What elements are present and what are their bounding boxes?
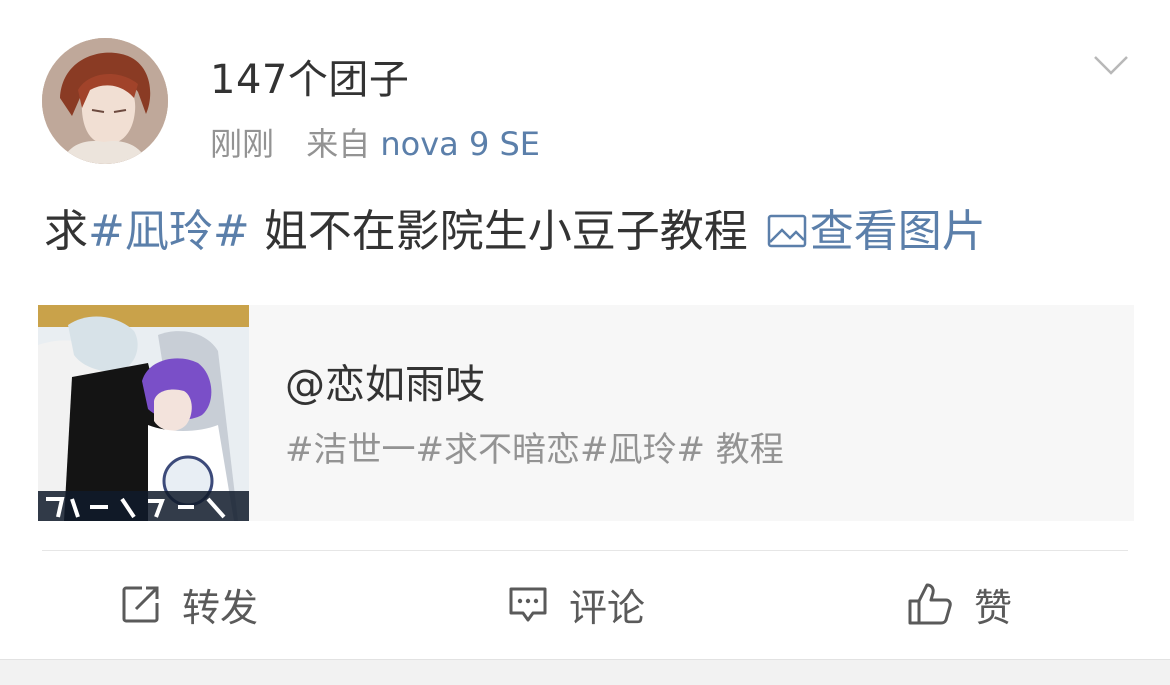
source-prefix: 来自 <box>306 125 371 163</box>
post-meta: 刚刚 来自 nova 9 SE <box>210 124 540 164</box>
view-image-link[interactable]: 查看图片 <box>766 206 986 257</box>
repost-card[interactable]: @恋如雨吱 #洁世一#求不暗恋#凪玲# 教程 <box>38 305 1134 521</box>
repost-icon <box>122 586 159 623</box>
chevron-down-icon[interactable] <box>1092 52 1130 80</box>
repost-label: 转发 <box>182 585 259 630</box>
card-description: #洁世一#求不暗恋#凪玲# 教程 <box>285 430 784 470</box>
card-author[interactable]: @恋如雨吱 <box>285 361 485 409</box>
comment-button[interactable]: 评论 <box>507 578 645 630</box>
post-time: 刚刚 <box>210 125 275 163</box>
like-button[interactable]: 赞 <box>906 578 1012 630</box>
image-icon <box>767 214 806 248</box>
content-text: 姐不在影院生小豆子教程 <box>249 206 762 257</box>
divider <box>42 550 1128 551</box>
topic-link[interactable]: #凪玲# <box>88 206 250 257</box>
card-thumbnail <box>38 305 249 521</box>
username[interactable]: 147个团子 <box>210 56 409 104</box>
post-content: 求#凪玲# 姐不在影院生小豆子教程 查看图片 <box>44 204 986 260</box>
weibo-post: 147个团子 刚刚 来自 nova 9 SE 求#凪玲# 姐不在影院生小豆子教程… <box>0 0 1170 685</box>
footer-separator <box>0 659 1170 685</box>
repost-button[interactable]: 转发 <box>120 578 258 630</box>
avatar[interactable] <box>42 38 168 164</box>
comment-label: 评论 <box>569 585 646 630</box>
manga-cover-image <box>38 305 249 521</box>
comment-icon <box>509 587 547 622</box>
view-image-label: 查看图片 <box>809 206 986 257</box>
device-name[interactable]: nova 9 SE <box>380 125 540 163</box>
avatar-image <box>42 38 168 164</box>
content-prefix: 求 <box>44 206 88 257</box>
thumbs-up-icon <box>908 583 952 625</box>
like-label: 赞 <box>974 585 1013 630</box>
